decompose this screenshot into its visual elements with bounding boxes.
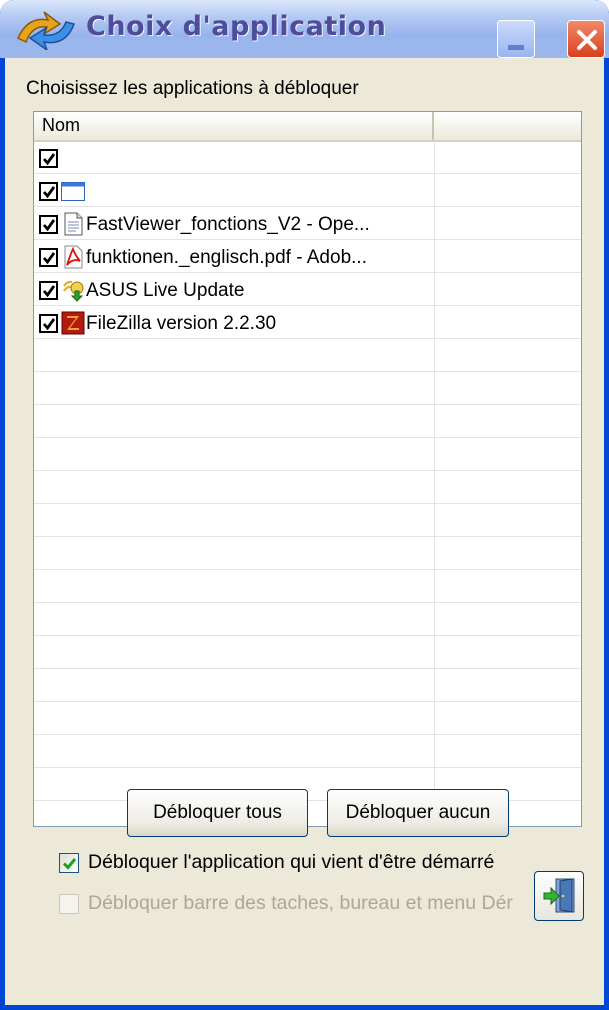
pdf-icon — [64, 245, 83, 269]
list-item[interactable]: funktionen._englisch.pdf - Adob... — [34, 241, 581, 273]
check-icon — [42, 153, 56, 166]
document-icon — [64, 212, 83, 236]
close-button[interactable] — [567, 20, 605, 58]
check-icon — [42, 285, 56, 298]
list-row-empty — [34, 340, 581, 372]
application-choice-window: Choix d'application Choisissez les appli… — [0, 0, 609, 1010]
dialog-body: Choisissez les applications à débloquer … — [5, 58, 604, 1005]
item-label: funktionen._englisch.pdf - Adob... — [86, 247, 367, 268]
item-label: ASUS Live Update — [86, 280, 245, 301]
list-row-empty — [34, 439, 581, 471]
unblock-taskbar-label: Débloquer barre des taches, bureau et me… — [88, 892, 513, 914]
list-item[interactable]: ASUS Live Update — [34, 274, 581, 306]
list-row-empty — [34, 472, 581, 504]
list-row-empty — [34, 604, 581, 636]
item-checkbox[interactable] — [39, 248, 58, 267]
list-row-empty — [34, 373, 581, 405]
exit-door-icon — [543, 878, 575, 913]
close-icon — [577, 30, 597, 50]
title-bar[interactable]: Choix d'application — [0, 0, 609, 58]
item-checkbox[interactable] — [39, 314, 58, 333]
application-list[interactable]: Nom FastViewer_fonctions_V2 - Ope... fun… — [33, 111, 582, 827]
list-item[interactable] — [34, 142, 581, 174]
unblock-started-label: Débloquer l'application qui vient d'être… — [88, 851, 495, 873]
unblock-all-button[interactable]: Débloquer tous — [127, 789, 308, 837]
filezilla-icon — [61, 311, 85, 335]
list-item[interactable] — [34, 175, 581, 207]
item-checkbox[interactable] — [39, 215, 58, 234]
list-row-empty — [34, 571, 581, 603]
list-body: FastViewer_fonctions_V2 - Ope... funktio… — [34, 142, 581, 826]
app-icon — [17, 11, 75, 50]
window-icon — [61, 182, 85, 201]
unblock-taskbar-checkbox — [59, 894, 79, 914]
check-icon — [42, 219, 56, 232]
asus-update-icon — [63, 280, 84, 302]
exit-button[interactable] — [534, 871, 584, 921]
list-item[interactable]: FastViewer_fonctions_V2 - Ope... — [34, 208, 581, 240]
list-row-empty — [34, 736, 581, 768]
unblock-started-checkbox[interactable] — [59, 853, 79, 873]
instruction-label: Choisissez les applications à débloquer — [26, 78, 359, 99]
check-icon — [62, 858, 77, 870]
list-row-empty — [34, 703, 581, 735]
unblock-none-button[interactable]: Débloquer aucun — [327, 789, 509, 837]
list-row-empty — [34, 538, 581, 570]
list-row-empty — [34, 637, 581, 669]
list-item[interactable]: FileZilla version 2.2.30 — [34, 307, 581, 339]
window-title: Choix d'application — [86, 11, 387, 42]
column-header-nom[interactable]: Nom — [34, 112, 434, 140]
list-row-empty — [34, 406, 581, 438]
item-label: FileZilla version 2.2.30 — [86, 313, 277, 334]
item-checkbox[interactable] — [39, 281, 58, 300]
check-icon — [42, 252, 56, 265]
item-label: FastViewer_fonctions_V2 - Ope... — [86, 214, 370, 235]
minimize-icon — [508, 45, 524, 50]
check-icon — [42, 186, 56, 199]
list-row-empty — [34, 670, 581, 702]
minimize-button[interactable] — [497, 20, 535, 58]
list-header: Nom — [34, 112, 581, 142]
item-checkbox[interactable] — [39, 149, 58, 168]
list-row-empty — [34, 505, 581, 537]
check-icon — [42, 318, 56, 331]
item-checkbox[interactable] — [39, 182, 58, 201]
